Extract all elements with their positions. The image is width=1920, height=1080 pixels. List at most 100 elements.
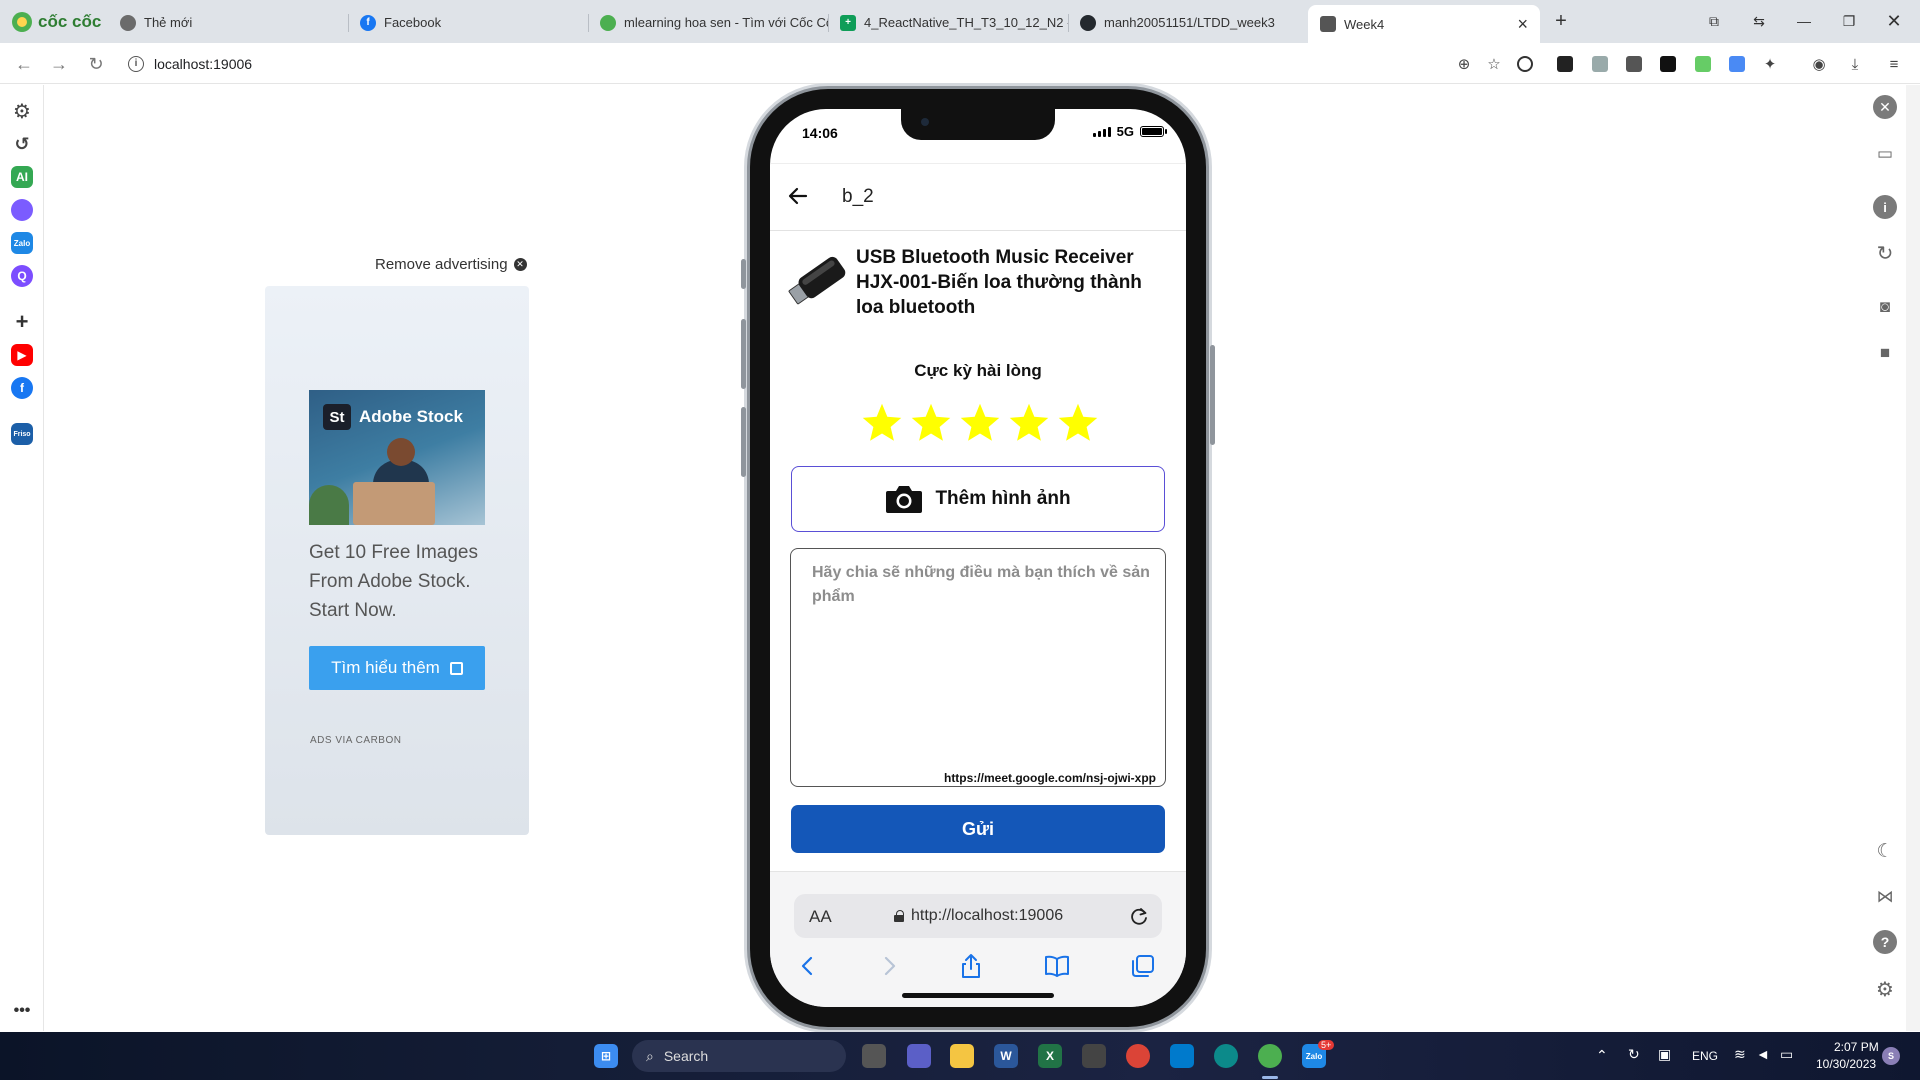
star-icon[interactable] bbox=[860, 401, 904, 445]
safari-back-icon[interactable] bbox=[794, 952, 822, 980]
close-window-button[interactable]: ✕ bbox=[1880, 8, 1908, 34]
puzzle-icon[interactable]: ✦ bbox=[1759, 53, 1781, 75]
site-info-icon[interactable]: i bbox=[128, 55, 144, 72]
youtube-icon[interactable]: ▶ bbox=[11, 344, 33, 366]
zalo-icon[interactable]: Zalo bbox=[11, 232, 33, 254]
edge-icon[interactable] bbox=[1214, 1044, 1238, 1068]
maximize-button[interactable]: ❐ bbox=[1835, 8, 1863, 34]
tab-title: Thẻ mới bbox=[144, 15, 193, 30]
submit-button[interactable]: Gửi bbox=[791, 805, 1165, 853]
extension-icon[interactable] bbox=[1692, 53, 1714, 75]
wifi-icon[interactable]: ≋ bbox=[1734, 1046, 1746, 1063]
extension-icon[interactable] bbox=[1623, 53, 1645, 75]
tab-week4[interactable]: Week4 × bbox=[1308, 5, 1540, 43]
task-view-icon[interactable] bbox=[862, 1044, 886, 1068]
star-icon[interactable] bbox=[958, 401, 1002, 445]
sync-icon[interactable]: ↻ bbox=[1628, 1046, 1640, 1063]
remove-ad-link[interactable]: Remove advertising ✕ bbox=[375, 256, 527, 273]
translate-icon[interactable] bbox=[1726, 53, 1748, 75]
messenger-icon[interactable] bbox=[11, 199, 33, 221]
word-icon[interactable]: W bbox=[994, 1044, 1018, 1068]
language-indicator[interactable]: ENG bbox=[1692, 1049, 1718, 1063]
shield-icon[interactable] bbox=[1514, 53, 1536, 75]
file-explorer-icon[interactable] bbox=[950, 1044, 974, 1068]
battery-tray-icon[interactable]: ▭ bbox=[1780, 1046, 1793, 1063]
tab-facebook[interactable]: f Facebook bbox=[348, 6, 588, 39]
chrome-icon[interactable] bbox=[1126, 1044, 1150, 1068]
video-icon[interactable]: ■ bbox=[1873, 341, 1897, 365]
app-tray-icon[interactable]: ▣ bbox=[1658, 1046, 1671, 1063]
facebook-icon[interactable]: f bbox=[11, 377, 33, 399]
more-icon[interactable]: ••• bbox=[11, 1000, 33, 1022]
taskbar-search[interactable]: ⌕ Search bbox=[632, 1040, 846, 1072]
add-photo-button[interactable]: Thêm hình ảnh bbox=[791, 466, 1165, 532]
minimize-button[interactable]: — bbox=[1790, 8, 1818, 34]
user-avatar[interactable]: S bbox=[1882, 1047, 1900, 1065]
zoom-icon[interactable]: ⊕ bbox=[1453, 53, 1475, 75]
excel-icon[interactable]: X bbox=[1038, 1044, 1062, 1068]
restore-tabs-icon[interactable]: ⇆ bbox=[1745, 8, 1773, 34]
menu-icon[interactable]: ≡ bbox=[1883, 53, 1905, 75]
devices-icon[interactable]: ▭ bbox=[1873, 142, 1897, 166]
star-icon[interactable] bbox=[1007, 401, 1051, 445]
rotate-icon[interactable]: ↻ bbox=[1873, 241, 1897, 265]
tab-mlearning[interactable]: mlearning hoa sen - Tìm với Cốc Cốc bbox=[588, 6, 828, 39]
extension-icon[interactable] bbox=[1657, 53, 1679, 75]
windows-start-icon[interactable]: ⊞ bbox=[594, 1044, 618, 1068]
app-icon[interactable] bbox=[1082, 1044, 1106, 1068]
bookmarks-icon[interactable] bbox=[1043, 952, 1071, 980]
url-field[interactable]: i localhost:19006 bbox=[120, 48, 1460, 79]
add-icon[interactable]: + bbox=[11, 309, 33, 334]
ad-cta-button[interactable]: Tìm hiểu thêm bbox=[309, 646, 485, 690]
review-textarea[interactable]: Hãy chia sẽ những điều mà bạn thích về s… bbox=[790, 548, 1166, 787]
screenshot-icon[interactable]: ◙ bbox=[1873, 295, 1897, 319]
chevron-up-icon[interactable]: ⌃ bbox=[1596, 1047, 1608, 1064]
new-tab-button[interactable]: + bbox=[1547, 8, 1575, 34]
reader-aa-button[interactable]: AA bbox=[809, 907, 832, 927]
history-icon[interactable]: ↺ bbox=[11, 133, 33, 155]
reload-button[interactable]: ↻ bbox=[83, 51, 109, 77]
front-camera-icon bbox=[921, 118, 929, 126]
info-icon[interactable]: i bbox=[1873, 195, 1897, 219]
vscode-icon[interactable] bbox=[1170, 1044, 1194, 1068]
sheets-icon: + bbox=[840, 14, 856, 31]
friso-icon[interactable]: Friso bbox=[11, 423, 33, 445]
bookmark-star-icon[interactable]: ☆ bbox=[1483, 53, 1505, 75]
taskbar-date[interactable]: 10/30/2023 bbox=[1816, 1057, 1876, 1071]
tab-search-icon[interactable]: ⧉ bbox=[1700, 8, 1728, 34]
close-tab-icon[interactable]: × bbox=[1517, 14, 1528, 35]
extension-icon[interactable] bbox=[1589, 53, 1611, 75]
teams-icon[interactable] bbox=[907, 1044, 931, 1068]
safari-forward-icon[interactable] bbox=[875, 952, 903, 980]
back-button[interactable]: ← bbox=[11, 51, 37, 77]
star-icon[interactable] bbox=[909, 401, 953, 445]
profile-icon[interactable]: ◉ bbox=[1808, 53, 1830, 75]
share-icon[interactable]: ⋈ bbox=[1873, 885, 1897, 909]
help-icon[interactable]: ? bbox=[1873, 930, 1897, 954]
dark-mode-icon[interactable]: ☾ bbox=[1873, 839, 1897, 863]
settings-icon[interactable]: ⚙ bbox=[11, 100, 33, 123]
safari-url-bar[interactable]: AA http://localhost:19006 bbox=[794, 894, 1162, 938]
star-icon[interactable] bbox=[1056, 401, 1100, 445]
tabs-icon[interactable] bbox=[1129, 952, 1157, 980]
safari-toolbar: AA http://localhost:19006 bbox=[770, 871, 1186, 1007]
tab-new[interactable]: Thẻ mới bbox=[108, 6, 348, 39]
q-icon[interactable]: Q bbox=[11, 265, 33, 287]
forward-button[interactable]: → bbox=[46, 51, 72, 77]
coccoc-icon[interactable] bbox=[1258, 1044, 1282, 1068]
back-arrow-icon[interactable] bbox=[786, 184, 810, 208]
page-scrollbar[interactable] bbox=[1906, 85, 1920, 1031]
extension-icon[interactable] bbox=[1554, 53, 1576, 75]
tab-sheets[interactable]: + 4_ReactNative_TH_T3_10_12_N2 - Go bbox=[828, 6, 1068, 39]
reload-icon[interactable] bbox=[1128, 905, 1150, 927]
ai-icon[interactable]: AI bbox=[11, 166, 33, 188]
download-icon[interactable]: ⤓ bbox=[1844, 53, 1866, 75]
volume-icon[interactable]: ◄ bbox=[1756, 1046, 1770, 1062]
close-icon[interactable]: ✕ bbox=[1873, 95, 1897, 119]
settings-icon[interactable]: ⚙ bbox=[1873, 977, 1897, 1001]
browser-logo[interactable]: cốc cốc bbox=[12, 11, 101, 33]
share-icon[interactable] bbox=[957, 952, 985, 980]
ad-card[interactable]: St Adobe Stock Get 10 Free Images From A… bbox=[265, 286, 529, 835]
taskbar-time[interactable]: 2:07 PM bbox=[1834, 1040, 1879, 1054]
tab-github[interactable]: manh20051151/LTDD_week3 bbox=[1068, 6, 1308, 39]
